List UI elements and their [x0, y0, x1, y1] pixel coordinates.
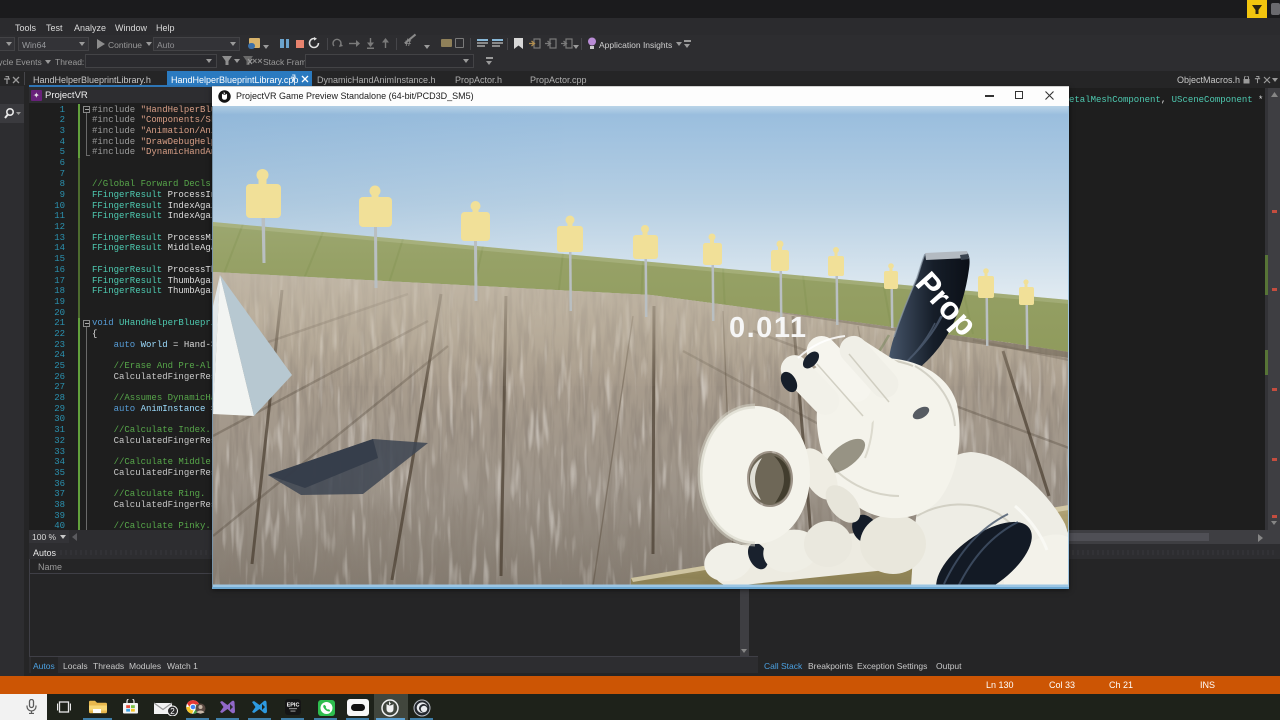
svg-text:0.011: 0.011	[729, 312, 807, 344]
svg-text:EPIC: EPIC	[287, 703, 300, 709]
svg-text:2: 2	[170, 707, 175, 716]
